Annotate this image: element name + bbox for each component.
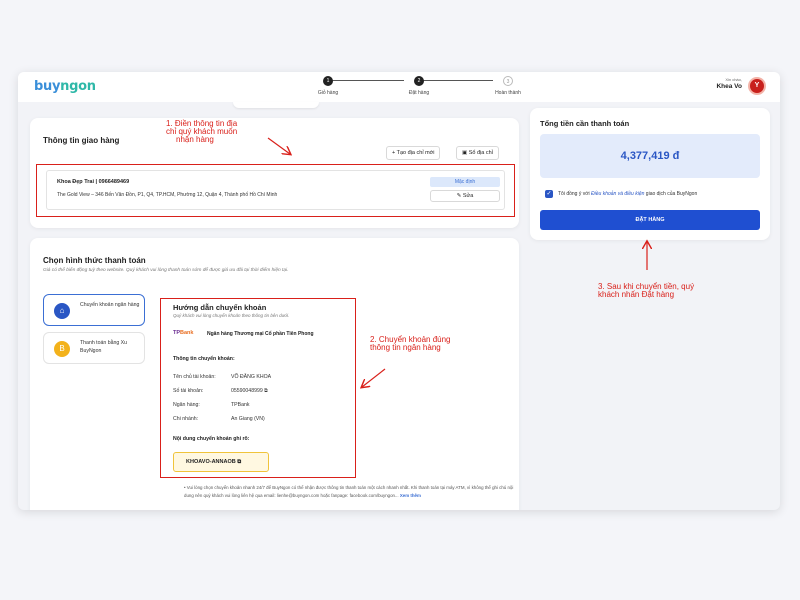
transfer-guide-box: Hướng dẫn chuyển khoản Quý khách vui lòn… [160,298,356,478]
address-book-button[interactable]: ▣ Sổ địa chỉ [456,146,499,160]
recipient-name-phone: Khoa Đẹp Trai | 0966489469 [57,179,130,185]
branch-row: Chi nhánh: An Giang (VN) [173,416,265,422]
step-label: Giỏ hàng [317,90,339,96]
default-badge: Mặc định [430,177,500,187]
step-complete: 3 Hoàn thành [488,76,528,96]
note-title: Nội dung chuyển khoản ghi rõ: [173,436,250,442]
annotation-step2: 2. Chuyển khoản đúng thông tin ngân hàng [370,336,451,352]
method-label: Chuyển khoản ngân hàng [80,302,140,308]
new-address-label: Tạo địa chỉ mới [396,150,435,156]
order-summary-card: Tổng tiền cần thanh toán 4,377,419 đ ✓ T… [530,108,770,240]
bank-icon: ⌂ [54,303,70,319]
guide-subtitle: Quý khách vui lòng chuyển khoản theo thô… [173,313,290,318]
step-number: 3 [503,76,513,86]
row-label: Chi nhánh: [173,416,199,422]
summary-title: Tổng tiền cần thanh toán [540,119,630,128]
annotation-step3: 3. Sau khi chuyển tiền, quý khách nhấn Đ… [598,283,694,299]
row-value[interactable]: 05590048999 ⧉ [231,388,268,395]
account-holder-row: Tên chủ tài khoản: VÕ ĐĂNG KHOA [173,374,271,380]
step-label: Đặt hàng [408,90,430,96]
coin-icon: B [54,341,70,357]
method-buyngon-coin[interactable]: B Thanh toán bằng Xu BuyNgon [43,332,145,364]
greeting-text: Xin chào, [725,77,742,82]
guide-title: Hướng dẫn chuyển khoản [173,303,267,312]
see-more-link[interactable]: Xem thêm [400,493,421,498]
shipping-info-card: Thông tin giao hàng + Tạo địa chỉ mới ▣ … [30,118,519,228]
top-bar: buyngon 1 Giỏ hàng 2 Đặt hàng 3 Hoàn thà… [18,72,780,102]
annotation-line: khách nhấn Đặt hàng [598,290,675,299]
new-address-button[interactable]: + Tạo địa chỉ mới [386,146,441,160]
tpbank-logo: TPBank [173,330,193,336]
logo-accent-text: ngon [60,79,96,94]
payment-method-card: Chọn hình thức thanh toán Giá có thể biế… [30,238,519,510]
logo-main-text: buy [34,79,61,94]
avatar[interactable]: Y [748,77,766,95]
bank-row: Ngân hàng: TPBank [173,402,249,408]
transfer-note-code[interactable]: KHOAVO-ANNAOB ⧉ [173,452,269,472]
method-label: Thanh toán bằng Xu BuyNgon [80,340,128,354]
terms-link[interactable]: Điều khoản và điều kiện [591,191,644,197]
payment-subtitle: Giá có thể biến động tuỳ theo website. Q… [43,268,289,273]
address-card[interactable]: Khoa Đẹp Trai | 0966489469 The Gold View… [46,170,505,210]
edit-address-button[interactable]: ✎ Sửa [430,190,500,202]
username: Khea Vo [716,83,742,90]
row-label: Tên chủ tài khoản: [173,374,216,380]
row-value: VÕ ĐĂNG KHOA [231,374,272,380]
fine-print-text: • Vui lòng chọn chuyển khoản nhanh 24/7 … [184,485,514,498]
checkout-stepper: 1 Giỏ hàng 2 Đặt hàng 3 Hoàn thành [308,76,521,100]
agree-suffix: giao dịch của BuyNgon [645,191,698,197]
annotation-step1: 1. Điền thông tin địa chỉ quý khách muốn… [166,120,237,144]
buyngon-logo[interactable]: buyngon [34,79,96,94]
agree-prefix: Tôi đồng ý với [558,191,590,197]
row-value: TPBank [231,402,250,408]
step-number: 1 [323,76,333,86]
address-book-icon: ▣ [462,150,469,156]
payment-title: Chọn hình thức thanh toán [43,256,146,265]
place-order-button[interactable]: ĐẶT HÀNG [540,210,760,230]
row-value: An Giang (VN) [231,416,265,422]
method-bank-transfer[interactable]: ⌂ Chuyển khoản ngân hàng [43,294,145,326]
step-cart[interactable]: 1 Giỏ hàng [308,76,348,96]
payment-fine-print: • Vui lòng chọn chuyển khoản nhanh 24/7 … [184,484,514,500]
recipient-address: The Gold View – 346 Bến Vân Đồn, P1, Q4,… [57,192,278,198]
transfer-info-title: Thông tin chuyển khoản: [173,356,235,362]
agree-text: Tôi đồng ý với Điều khoản và điều kiện g… [558,191,697,197]
row-label: Ngân hàng: [173,402,200,408]
step-label: Hoàn thành [495,90,521,96]
step-number: 2 [414,76,424,86]
header-tab-stub [233,102,319,108]
annotation-line: nhận hàng [176,135,214,144]
total-amount: 4,377,419 đ [540,134,760,178]
row-label: Số tài khoản: [173,388,204,394]
user-menu[interactable]: Xin chào, Khea Vo Y [716,77,766,95]
edit-label: Sửa [462,193,474,199]
bank-full-name: Ngân hàng Thương mại Cổ phần Tiên Phong [207,331,314,337]
tpbank-logo-bank: Bank [180,330,194,336]
account-number-row[interactable]: Số tài khoản: 05590048999 ⧉ [173,388,268,394]
tpbank-logo-tp: TP [173,330,181,336]
agree-checkbox[interactable]: ✓ [545,190,553,198]
shipping-title: Thông tin giao hàng [43,136,120,145]
step-order[interactable]: 2 Đặt hàng [399,76,439,96]
annotation-line: thông tin ngân hàng [370,343,441,352]
address-book-label: Sổ địa chỉ [468,150,493,156]
